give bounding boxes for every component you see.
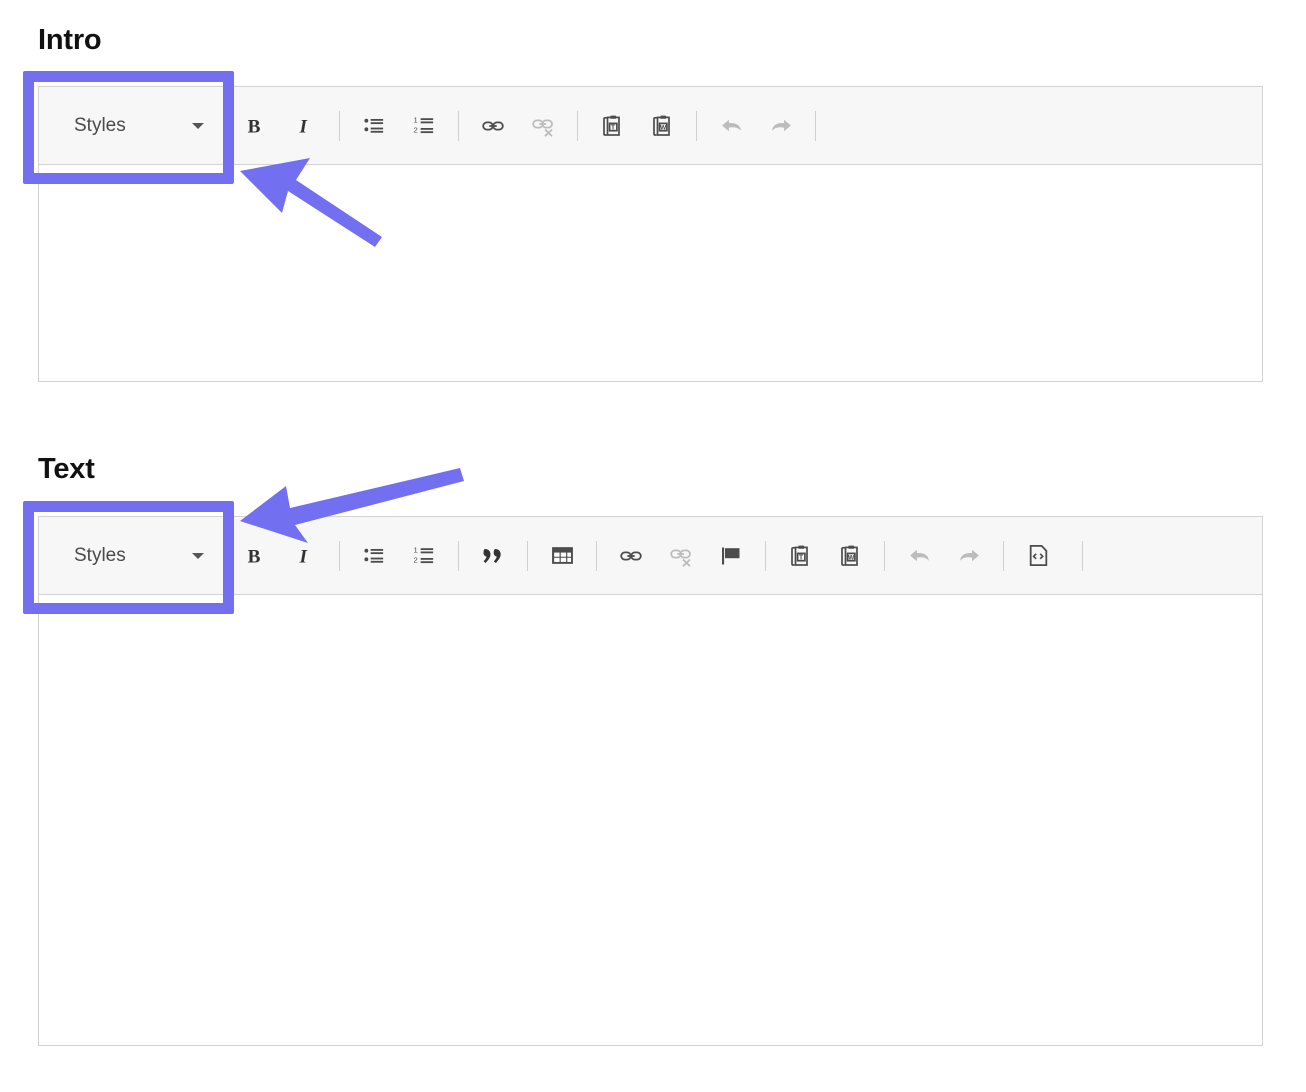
svg-text:T: T bbox=[611, 124, 616, 131]
svg-text:2: 2 bbox=[413, 556, 417, 565]
numbered-list-button[interactable]: 1 2 bbox=[404, 106, 444, 146]
svg-text:1: 1 bbox=[413, 546, 417, 555]
rich-text-editor-intro: Styles B I 1 2 T W bbox=[38, 86, 1263, 382]
page-root: Intro Styles B I 1 2 T W Text Styles B I… bbox=[0, 0, 1306, 1092]
editor-toolbar-intro: Styles B I 1 2 T W bbox=[39, 87, 1262, 165]
redo-button bbox=[949, 536, 989, 576]
toolbar-separator bbox=[815, 110, 816, 141]
rich-text-editor-text: Styles B I 1 2 T W bbox=[38, 516, 1263, 1046]
paste-from-word-button[interactable]: W bbox=[642, 106, 682, 146]
undo-button bbox=[711, 106, 751, 146]
toolbar-separator bbox=[458, 110, 459, 141]
undo-button bbox=[899, 536, 939, 576]
toolbar-separator bbox=[458, 540, 459, 571]
source-code-icon bbox=[1026, 543, 1051, 568]
paste-as-text-button[interactable]: T bbox=[592, 106, 632, 146]
svg-text:I: I bbox=[299, 546, 309, 567]
redo-button bbox=[761, 106, 801, 146]
paste-as-text-button[interactable]: T bbox=[780, 536, 820, 576]
toolbar-separator bbox=[527, 540, 528, 571]
toolbar-separator bbox=[577, 110, 578, 141]
link-button[interactable] bbox=[473, 106, 513, 146]
page-title-text: Text bbox=[38, 453, 95, 485]
bulleted-list-button[interactable] bbox=[354, 106, 394, 146]
source-button[interactable] bbox=[1018, 536, 1068, 576]
styles-dropdown-label: Styles bbox=[74, 114, 126, 136]
toolbar-separator bbox=[1003, 540, 1004, 571]
editor-toolbar-text: Styles B I 1 2 T W bbox=[39, 517, 1262, 595]
unlink-button bbox=[523, 106, 563, 146]
page-title-intro: Intro bbox=[38, 24, 102, 56]
svg-text:2: 2 bbox=[413, 126, 417, 135]
toolbar-separator bbox=[339, 540, 340, 571]
numbered-list-button[interactable]: 1 2 bbox=[404, 536, 444, 576]
editor-content-area-text[interactable] bbox=[39, 595, 1262, 1045]
paste-from-word-button[interactable]: W bbox=[830, 536, 870, 576]
toolbar-buttons-text: B I 1 2 T W bbox=[224, 517, 1092, 594]
link-button[interactable] bbox=[611, 536, 651, 576]
toolbar-separator bbox=[1082, 540, 1083, 571]
italic-button[interactable]: I bbox=[285, 536, 325, 576]
chevron-down-icon bbox=[192, 122, 204, 129]
italic-button[interactable]: I bbox=[285, 106, 325, 146]
svg-text:I: I bbox=[299, 116, 309, 137]
svg-text:B: B bbox=[248, 546, 261, 567]
svg-text:1: 1 bbox=[413, 116, 417, 125]
styles-dropdown-intro[interactable]: Styles bbox=[39, 87, 224, 164]
styles-dropdown-text[interactable]: Styles bbox=[39, 517, 224, 594]
editor-content-area-intro[interactable] bbox=[39, 165, 1262, 381]
toolbar-separator bbox=[696, 110, 697, 141]
svg-text:W: W bbox=[660, 124, 667, 131]
toolbar-buttons-intro: B I 1 2 T W bbox=[224, 87, 825, 164]
bold-button[interactable]: B bbox=[235, 106, 275, 146]
chevron-down-icon bbox=[192, 552, 204, 559]
blockquote-button[interactable] bbox=[473, 536, 513, 576]
toolbar-separator bbox=[765, 540, 766, 571]
toolbar-separator bbox=[884, 540, 885, 571]
svg-text:W: W bbox=[848, 554, 855, 561]
anchor-button[interactable] bbox=[711, 536, 751, 576]
table-button[interactable] bbox=[542, 536, 582, 576]
toolbar-separator bbox=[339, 110, 340, 141]
toolbar-separator bbox=[596, 540, 597, 571]
bulleted-list-button[interactable] bbox=[354, 536, 394, 576]
styles-dropdown-label: Styles bbox=[74, 544, 126, 566]
bold-button[interactable]: B bbox=[235, 536, 275, 576]
svg-text:B: B bbox=[248, 116, 261, 137]
svg-text:T: T bbox=[799, 554, 804, 561]
unlink-button bbox=[661, 536, 701, 576]
